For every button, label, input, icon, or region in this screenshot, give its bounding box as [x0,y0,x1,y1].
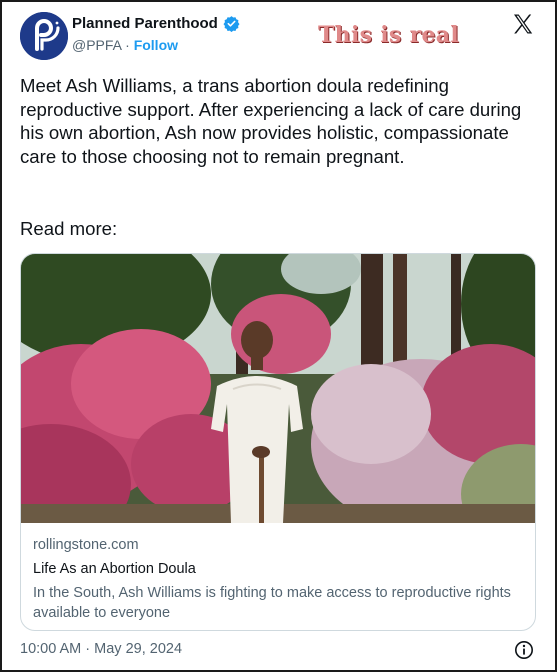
tweet-text: Meet Ash Williams, a trans abortion doul… [20,75,522,167]
planned-parenthood-logo-icon [20,12,68,60]
verified-badge-icon [223,16,240,32]
handle-separator: · [125,37,130,53]
author-identity: Planned Parenthood @PPFA · Follow [72,15,240,53]
link-card-domain: rollingstone.com [33,537,139,553]
author-handle[interactable]: @PPFA [72,37,121,53]
author-name[interactable]: Planned Parenthood [72,15,218,32]
info-icon[interactable] [514,640,534,660]
link-card[interactable]: rollingstone.com Life As an Abortion Dou… [20,253,536,631]
overlay-annotation: This is real [318,22,459,48]
tweet-timestamp[interactable]: 10:00 AM · May 29, 2024 [20,641,182,657]
link-card-description: In the South, Ash Williams is fighting t… [33,585,511,621]
tweet-header: Planned Parenthood @PPFA · Follow [20,12,540,60]
avatar[interactable] [20,12,68,60]
read-more-text: Read more: [20,218,118,239]
link-card-title[interactable]: Life As an Abortion Doula [33,561,523,577]
article-photo [21,254,535,523]
x-logo-icon[interactable] [511,12,535,36]
follow-button[interactable]: Follow [134,37,178,53]
link-card-body: rollingstone.com Life As an Abortion Dou… [33,537,523,623]
link-card-image[interactable] [21,254,535,523]
